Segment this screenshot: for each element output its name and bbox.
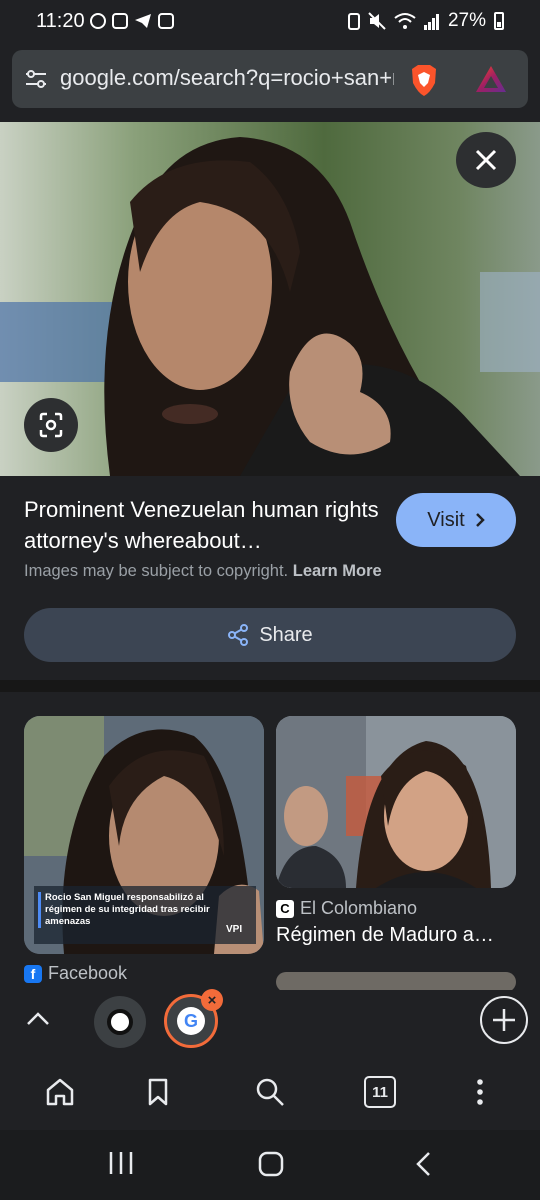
visit-label: Visit (427, 508, 465, 531)
notification-icons (90, 13, 174, 29)
source-elcolombiano[interactable]: C El Colombiano (276, 898, 417, 919)
close-button[interactable] (456, 132, 516, 188)
new-tab-button[interactable] (480, 996, 528, 1044)
related-image-elcolombiano[interactable] (276, 716, 516, 888)
status-right: 27% (347, 10, 504, 32)
url-bar[interactable]: google.com/search?q=rocio+san+miguel (12, 50, 528, 108)
related-image-2 (276, 716, 516, 888)
signal-icon (423, 14, 439, 30)
status-time: 11:20 (36, 10, 85, 32)
tab-strip (0, 990, 540, 1056)
mute-icon (368, 12, 386, 30)
recent-apps-icon[interactable] (106, 1150, 136, 1176)
tab-count-button[interactable]: 11 (364, 1076, 396, 1108)
brave-shields-icon[interactable] (408, 63, 440, 97)
close-icon (475, 149, 497, 171)
google-favicon-icon: G (177, 1007, 205, 1035)
source-name: Facebook (48, 963, 128, 983)
site-favicon-icon (107, 1009, 133, 1035)
share-button[interactable]: Share (24, 608, 516, 662)
battery-saver-icon (347, 13, 360, 30)
tab-item-1[interactable] (94, 996, 146, 1048)
source-name: El Colombiano (300, 898, 418, 918)
url-text[interactable]: google.com/search?q=rocio+san+miguel (60, 65, 394, 91)
related-image-caption: Rocio San Miguel responsabilizó al régim… (38, 892, 238, 928)
home-nav-icon[interactable] (256, 1150, 286, 1178)
chevron-up-icon[interactable] (24, 1006, 52, 1030)
bookmark-icon[interactable] (138, 1072, 178, 1112)
battery-icon (494, 12, 504, 30)
plus-icon (493, 1009, 515, 1031)
source-facebook[interactable]: f Facebook (24, 963, 127, 984)
search-icon[interactable] (250, 1072, 290, 1112)
status-bar: 11:20 27% (0, 0, 540, 44)
share-label: Share (259, 623, 313, 646)
related-image-partial[interactable] (276, 972, 516, 992)
vpi-watermark: VPI (226, 924, 243, 935)
facebook-icon: f (24, 964, 42, 983)
wifi-icon (394, 13, 416, 29)
qr-icon (112, 13, 128, 29)
site-settings-icon[interactable] (24, 67, 48, 91)
visit-button[interactable]: Visit (396, 493, 516, 547)
section-divider (0, 680, 540, 692)
tab-item-active[interactable]: G × (164, 989, 223, 1048)
learn-more-link[interactable]: Learn More (293, 562, 382, 580)
telegram-icon (135, 14, 151, 28)
lens-icon (39, 412, 63, 438)
share-icon (228, 624, 249, 646)
brave-rewards-icon[interactable] (474, 64, 508, 94)
close-tab-icon[interactable]: × (201, 989, 223, 1011)
gallery-icon (158, 13, 174, 29)
home-icon[interactable] (40, 1072, 80, 1112)
more-menu-icon[interactable] (460, 1072, 500, 1112)
chevron-right-icon (475, 513, 485, 527)
image-title[interactable]: Prominent Venezuelan human rights attorn… (24, 494, 384, 556)
google-lens-button[interactable] (24, 398, 78, 452)
el-colombiano-icon: C (276, 899, 294, 918)
whatsapp-icon (90, 13, 106, 29)
copyright-text: Images may be subject to copyright. (24, 562, 289, 580)
copyright-notice: Images may be subject to copyright. Lear… (24, 562, 382, 581)
back-nav-icon[interactable] (410, 1150, 438, 1178)
related-result-title[interactable]: Régimen de Maduro a… (276, 924, 494, 947)
battery-percent: 27% (447, 10, 486, 31)
